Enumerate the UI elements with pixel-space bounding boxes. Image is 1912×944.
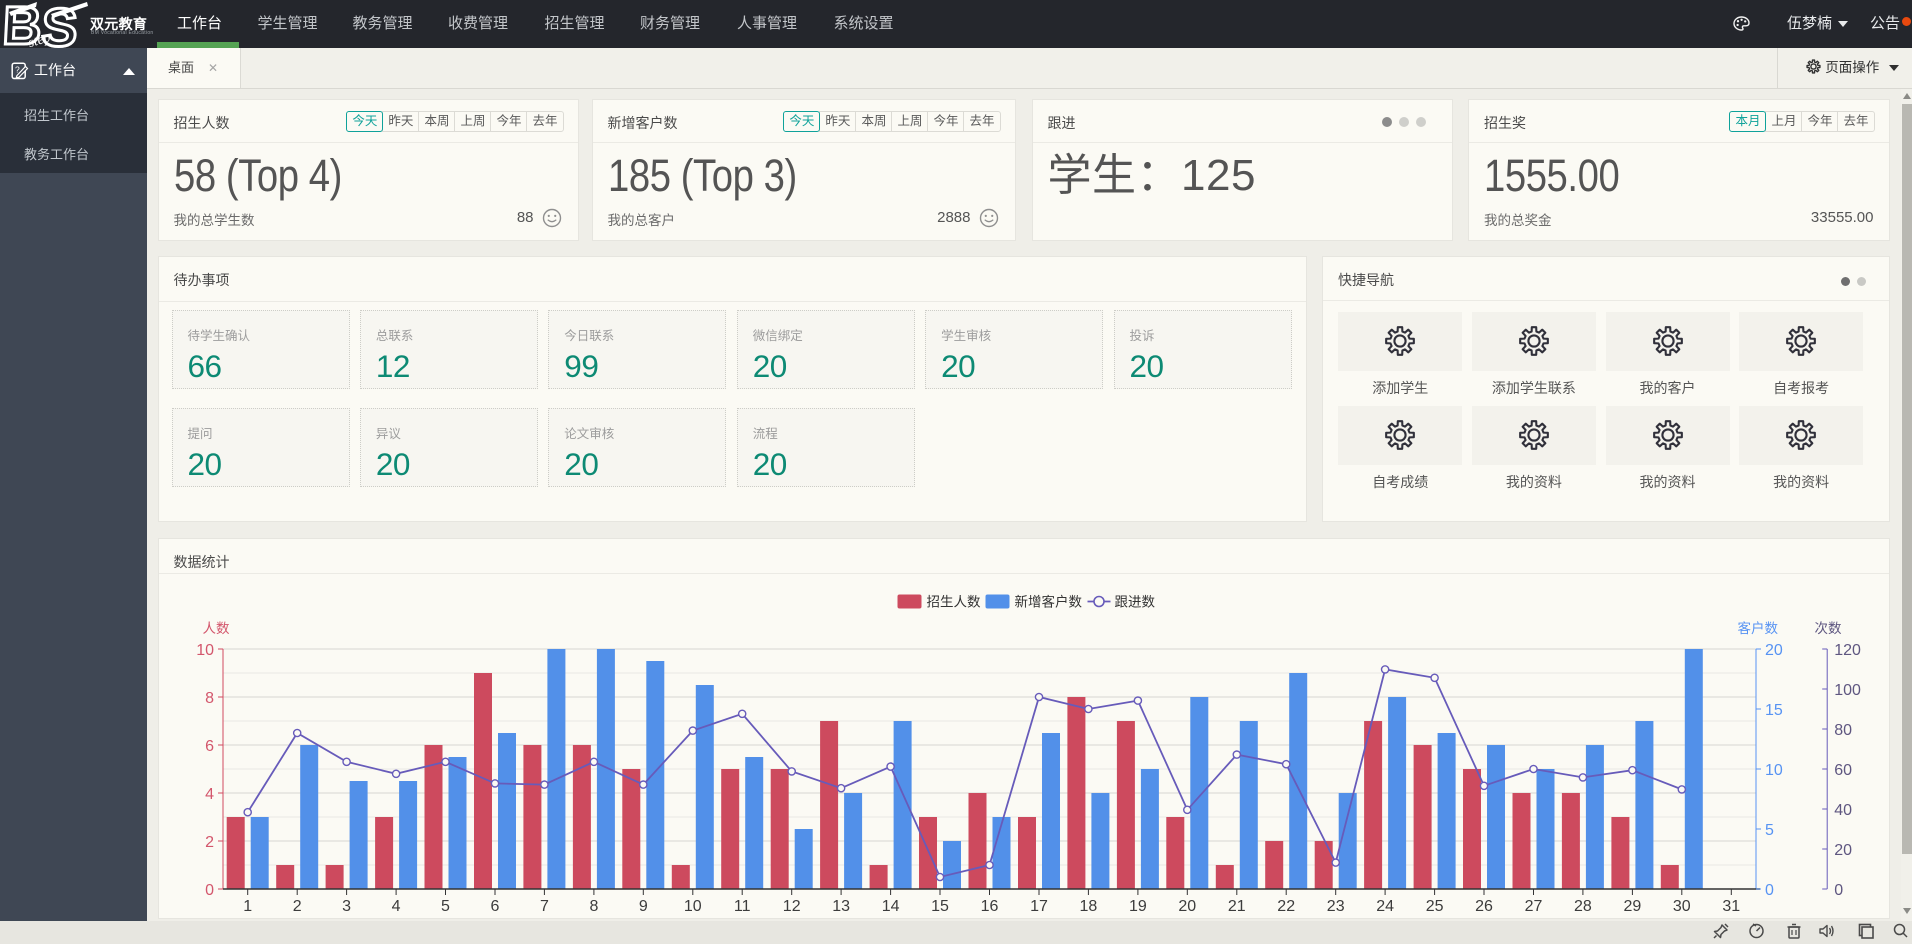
svg-text:29: 29 bbox=[1623, 898, 1641, 915]
svg-text:20: 20 bbox=[1178, 898, 1196, 915]
svg-text:10: 10 bbox=[683, 898, 701, 915]
svg-text:7: 7 bbox=[539, 898, 548, 915]
svg-text:25: 25 bbox=[1425, 898, 1443, 915]
svg-text:15: 15 bbox=[1765, 702, 1783, 719]
svg-text:17: 17 bbox=[1030, 898, 1048, 915]
svg-text:18: 18 bbox=[1079, 898, 1097, 915]
svg-text:次数: 次数 bbox=[1814, 621, 1842, 636]
svg-text:2: 2 bbox=[205, 834, 214, 851]
svg-text:14: 14 bbox=[881, 898, 899, 915]
svg-text:4: 4 bbox=[205, 786, 214, 803]
svg-text:15: 15 bbox=[931, 898, 949, 915]
svg-text:16: 16 bbox=[980, 898, 998, 915]
svg-text:26: 26 bbox=[1475, 898, 1493, 915]
svg-text:跟进数: 跟进数 bbox=[1114, 595, 1155, 610]
svg-text:21: 21 bbox=[1227, 898, 1245, 915]
svg-text:人数: 人数 bbox=[202, 621, 229, 636]
svg-text:3: 3 bbox=[342, 898, 351, 915]
svg-text:8: 8 bbox=[205, 690, 214, 707]
svg-text:27: 27 bbox=[1524, 898, 1542, 915]
svg-text:6: 6 bbox=[205, 738, 214, 755]
svg-text:13: 13 bbox=[832, 898, 850, 915]
svg-text:40: 40 bbox=[1834, 802, 1852, 819]
svg-text:28: 28 bbox=[1574, 898, 1592, 915]
svg-text:0: 0 bbox=[1765, 882, 1774, 899]
svg-text:8: 8 bbox=[589, 898, 598, 915]
svg-text:0: 0 bbox=[1834, 882, 1843, 899]
svg-text:20: 20 bbox=[1834, 842, 1852, 859]
svg-text:12: 12 bbox=[782, 898, 800, 915]
svg-text:24: 24 bbox=[1376, 898, 1394, 915]
svg-text:9: 9 bbox=[638, 898, 647, 915]
svg-text:30: 30 bbox=[1672, 898, 1690, 915]
svg-text:2: 2 bbox=[292, 898, 301, 915]
svg-text:19: 19 bbox=[1129, 898, 1147, 915]
svg-text:0: 0 bbox=[205, 882, 214, 899]
svg-text:100: 100 bbox=[1834, 682, 1861, 699]
svg-text:6: 6 bbox=[490, 898, 499, 915]
svg-text:20: 20 bbox=[1765, 642, 1783, 659]
svg-text:80: 80 bbox=[1834, 722, 1852, 739]
svg-text:招生人数: 招生人数 bbox=[926, 595, 980, 610]
svg-text:11: 11 bbox=[733, 898, 750, 915]
svg-text:4: 4 bbox=[391, 898, 400, 915]
svg-text:1: 1 bbox=[243, 898, 252, 915]
svg-text:120: 120 bbox=[1834, 642, 1861, 659]
svg-text:23: 23 bbox=[1326, 898, 1344, 915]
svg-text:新增客户数: 新增客户数 bbox=[1014, 594, 1082, 610]
svg-text:客户数: 客户数 bbox=[1737, 620, 1778, 636]
svg-text:10: 10 bbox=[1765, 762, 1783, 779]
svg-text:5: 5 bbox=[1765, 822, 1774, 839]
svg-text:22: 22 bbox=[1277, 898, 1295, 915]
svg-text:60: 60 bbox=[1834, 762, 1852, 779]
svg-text:31: 31 bbox=[1722, 898, 1740, 915]
svg-text:5: 5 bbox=[441, 898, 450, 915]
svg-text:10: 10 bbox=[196, 642, 214, 659]
